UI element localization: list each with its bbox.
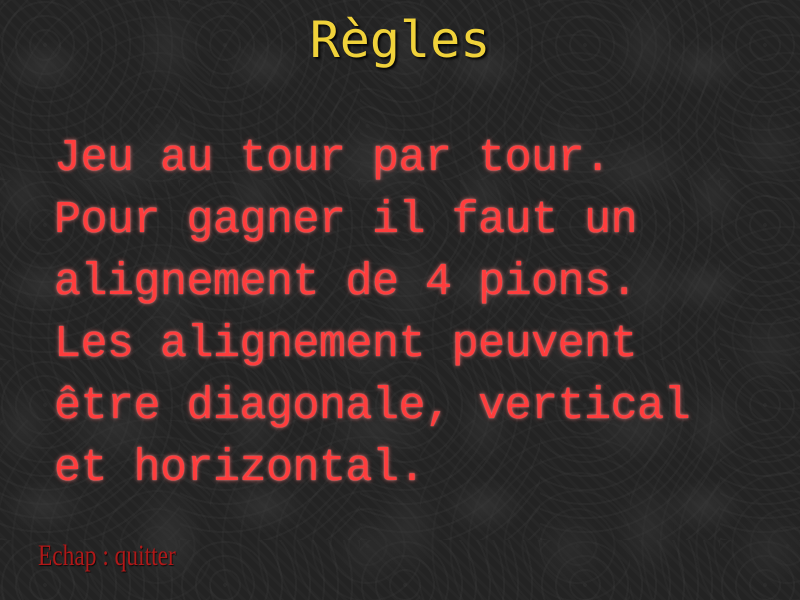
rules-line: Pour gagner il faut un	[54, 195, 638, 246]
rules-line: alignement de 4 pions.	[54, 257, 638, 308]
rules-line: être diagonale, vertical	[54, 381, 691, 432]
rules-line: Les alignement peuvent	[54, 319, 638, 370]
rules-text: Jeu au tour par tour. Pour gagner il fau…	[54, 128, 774, 500]
rules-line: Jeu au tour par tour.	[54, 133, 611, 184]
escape-quit-hint[interactable]: Echap : quitter	[38, 536, 176, 576]
rules-line: et horizontal.	[54, 443, 426, 494]
rules-title: Règles	[309, 11, 491, 69]
